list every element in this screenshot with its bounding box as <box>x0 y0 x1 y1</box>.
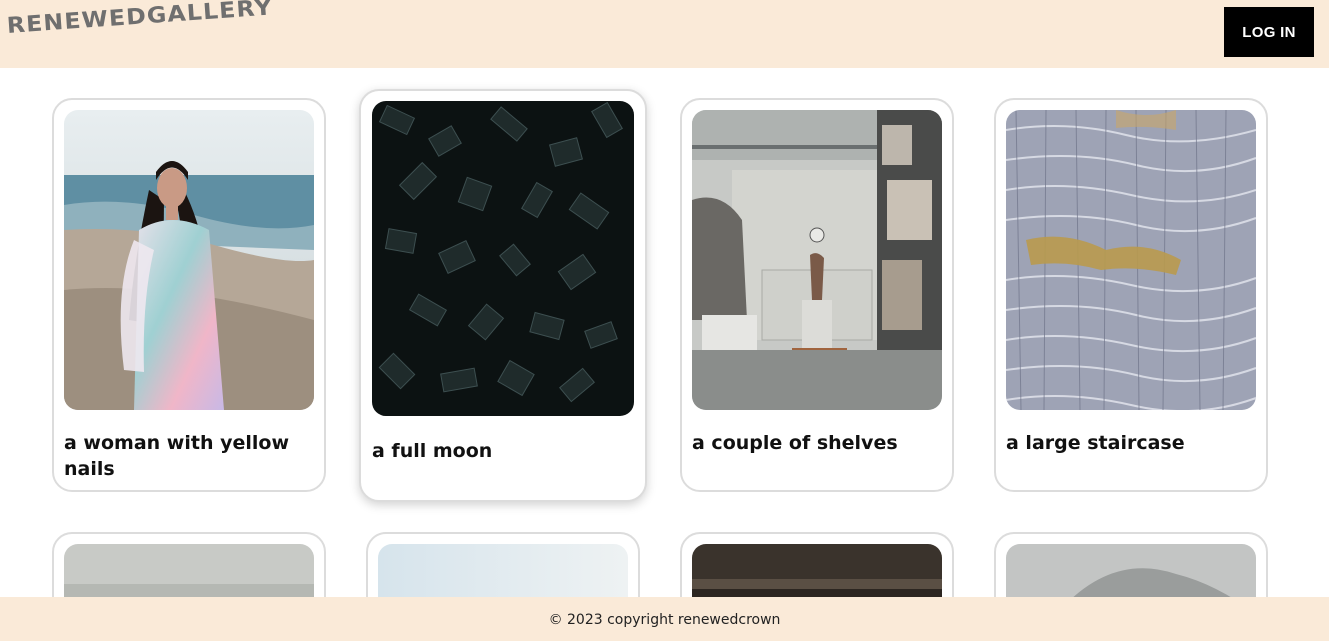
gallery-image-studio-shelves[interactable] <box>692 110 942 410</box>
gallery-caption: a large staircase <box>1006 432 1185 454</box>
gallery-image-woman-beach[interactable] <box>64 110 314 410</box>
gallery-card[interactable]: a full moon <box>359 89 647 502</box>
site-header: RENEWEDGALLERY LOG IN <box>0 0 1329 68</box>
gallery-caption: a woman with yellow nails <box>64 432 289 480</box>
gallery-image-dark-shards[interactable] <box>372 101 634 416</box>
gallery-image-ridged-terrain[interactable] <box>1006 110 1256 410</box>
gallery-card[interactable]: a couple of shelves <box>680 98 954 492</box>
gallery-card[interactable]: a large staircase <box>994 98 1268 492</box>
gallery-card[interactable]: a woman with yellow nails <box>52 98 326 492</box>
site-logo[interactable]: RENEWEDGALLERY <box>6 0 274 39</box>
copyright-text: © 2023 copyright renewedcrown <box>548 612 781 628</box>
login-button[interactable]: LOG IN <box>1224 7 1314 57</box>
site-footer: © 2023 copyright renewedcrown <box>0 597 1329 641</box>
gallery-caption: a couple of shelves <box>692 432 898 454</box>
gallery-caption: a full moon <box>372 440 493 462</box>
